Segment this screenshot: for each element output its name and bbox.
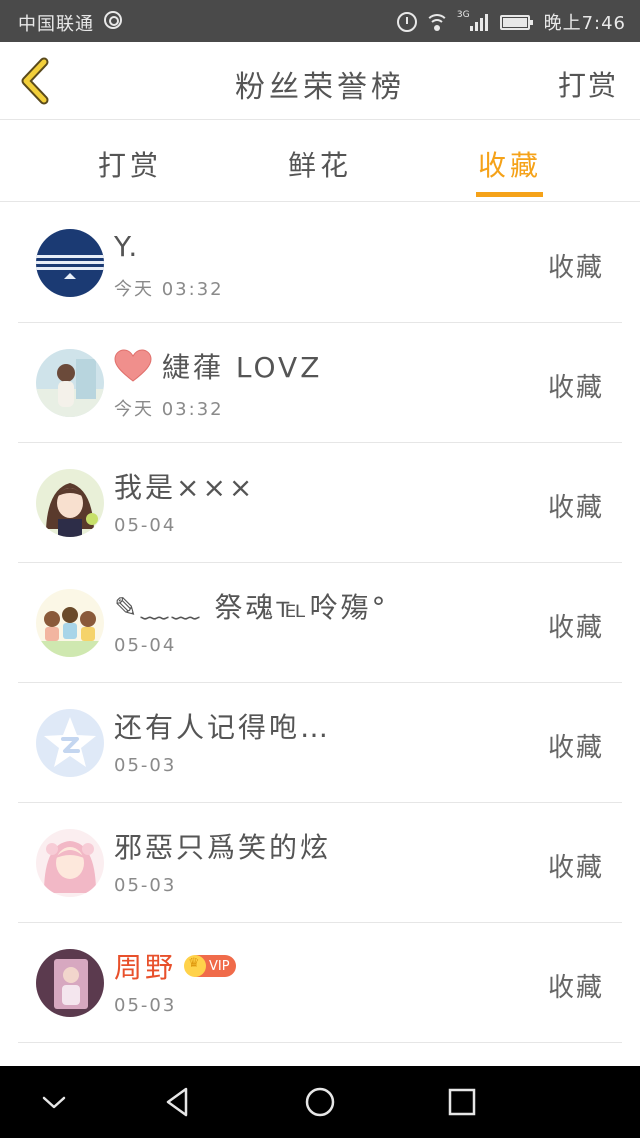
user-name: 緁葎 LOVZ	[162, 351, 323, 384]
page-title: 粉丝荣誉榜	[235, 70, 405, 105]
circle-home-icon	[305, 1087, 335, 1117]
vip-label: VIP	[209, 958, 230, 974]
wifi-icon	[424, 12, 449, 32]
top-header: 粉丝荣誉榜 打赏	[0, 42, 640, 120]
favorite-label: 收藏	[547, 253, 604, 283]
navy-stripes-avatar-icon	[36, 229, 104, 297]
reward-button[interactable]: 打赏	[558, 64, 618, 104]
tab-bar: 打赏 鲜花 收藏	[0, 120, 640, 202]
signal-icon	[469, 13, 488, 31]
avatar[interactable]	[36, 229, 104, 297]
triangle-back-icon	[166, 1087, 188, 1117]
vip-badge: VIP	[184, 955, 236, 977]
heart-icon	[114, 349, 152, 382]
list-item[interactable]: Y. 今天 03:32 收藏	[18, 203, 622, 323]
user-name: ✎﹏﹏ 祭魂℡呤殤°	[114, 591, 389, 624]
favorite-label: 收藏	[547, 373, 604, 403]
list-item[interactable]: 邪惡只爲笑的炫 05-03 收藏	[18, 803, 622, 923]
user-name: 邪惡只爲笑的炫	[114, 831, 332, 864]
list-item[interactable]: ✎﹏﹏ 祭魂℡呤殤° 05-04 收藏	[18, 563, 622, 683]
list-item[interactable]: 我是××× 05-04 收藏	[18, 443, 622, 563]
timestamp: 05-04	[114, 635, 177, 656]
anime-girl-avatar-icon	[36, 469, 104, 537]
user-name: 周野	[114, 951, 177, 984]
nav-back-button[interactable]	[158, 1082, 198, 1122]
square-recents-icon	[448, 1088, 476, 1116]
crown-icon	[184, 955, 207, 977]
cartoon-kids-avatar-icon	[36, 589, 104, 657]
active-tab-indicator	[476, 192, 543, 197]
star-icon	[36, 709, 104, 777]
girl-photo-avatar-icon	[36, 349, 104, 417]
avatar[interactable]	[36, 829, 104, 897]
avatar[interactable]	[36, 349, 104, 417]
carrier-label: 中国联通	[18, 14, 94, 35]
portrait-photo-avatar-icon	[36, 949, 104, 1017]
chevron-down-icon	[42, 1096, 66, 1109]
timestamp: 05-03	[114, 875, 177, 896]
user-name: Y.	[114, 229, 141, 263]
avatar[interactable]	[36, 949, 104, 1017]
carrier-logo-icon	[104, 11, 122, 29]
favorite-label: 收藏	[547, 853, 604, 883]
timestamp: 今天 03:32	[114, 279, 224, 300]
list-item[interactable]: 周野 VIP 05-03 收藏	[18, 923, 622, 1043]
user-name: 我是×××	[114, 471, 256, 504]
avatar[interactable]	[36, 469, 104, 537]
avatar[interactable]	[36, 709, 104, 777]
list-item[interactable]: 緁葎 LOVZ 今天 03:32 收藏	[18, 323, 622, 443]
timestamp: 05-03	[114, 995, 177, 1016]
timestamp: 今天 03:32	[114, 399, 224, 420]
alarm-icon	[396, 12, 417, 32]
status-bar: 中国联通 3G 晚上7:46	[0, 0, 640, 42]
timestamp: 05-04	[114, 515, 177, 536]
tab-flowers[interactable]: 鲜花	[260, 144, 380, 184]
favorite-label: 收藏	[547, 973, 604, 1003]
nav-recents-button[interactable]	[442, 1082, 482, 1122]
nav-home-button[interactable]	[300, 1082, 340, 1122]
avatar[interactable]	[36, 589, 104, 657]
favorite-label: 收藏	[547, 733, 604, 763]
network-type-label: 3G	[456, 10, 470, 20]
pink-anime-avatar-icon	[36, 829, 104, 897]
clock: 晚上7:46	[543, 13, 626, 34]
status-icons: 3G 晚上7:46	[396, 9, 626, 35]
list-item[interactable]: 还有人记得咆… 05-03 收藏	[18, 683, 622, 803]
user-name: 还有人记得咆…	[114, 711, 332, 744]
system-nav-bar	[0, 1066, 640, 1138]
tab-favorites[interactable]: 收藏	[450, 144, 570, 184]
battery-icon	[499, 14, 533, 30]
favorite-label: 收藏	[547, 613, 604, 643]
tab-reward[interactable]: 打赏	[70, 144, 190, 184]
timestamp: 05-03	[114, 755, 177, 776]
hide-nav-button[interactable]	[34, 1082, 74, 1122]
favorite-label: 收藏	[547, 493, 604, 523]
fan-list: Y. 今天 03:32 收藏 緁葎 LOVZ 今天 03:32 收藏 我是×××…	[0, 203, 640, 1043]
